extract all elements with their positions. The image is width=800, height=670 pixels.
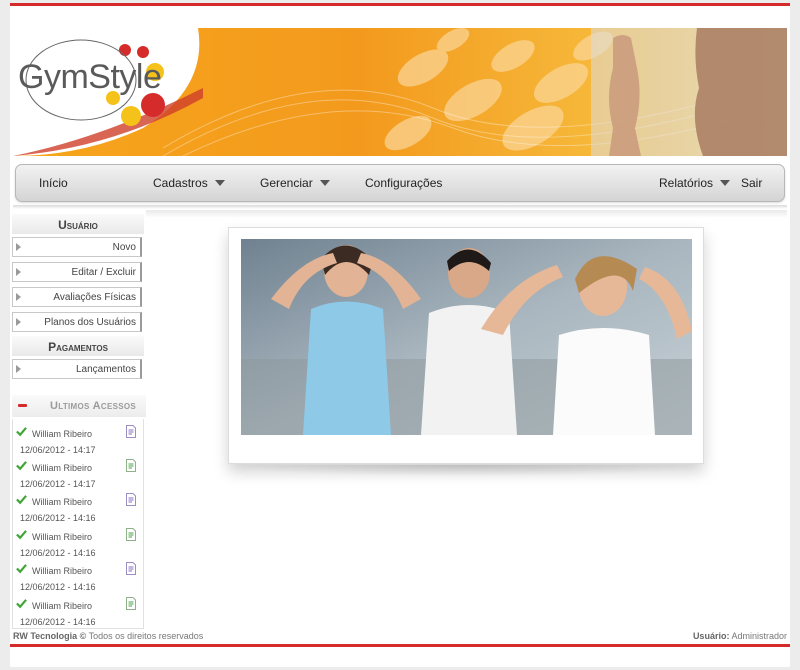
logo-dot [119, 44, 131, 56]
check-icon [16, 495, 27, 505]
nav-gerenciar[interactable]: Gerenciar [260, 176, 330, 190]
sidebar-item-planos-dos-usuarios[interactable]: Planos dos Usuários [12, 312, 142, 332]
list-item: William Ribeiro 12/06/2012 - 14:16 [13, 562, 145, 596]
nav-relatorios-label: Relatórios [659, 176, 714, 190]
access-time: 12/06/2012 - 14:16 [20, 513, 96, 523]
hero-image-shadow [228, 465, 704, 477]
sidebar-item-label: Avaliações Físicas [53, 292, 136, 303]
bottom-accent-line [10, 644, 790, 647]
sidebar-item-lancamentos[interactable]: Lançamentos [12, 359, 142, 379]
list-item: William Ribeiro 12/06/2012 - 14:16 [13, 493, 145, 527]
sidebar-header-pagamentos: Pagamentos [12, 336, 144, 356]
arrow-right-icon [16, 318, 21, 326]
arrow-right-icon [16, 243, 21, 251]
check-icon [16, 599, 27, 609]
document-icon[interactable] [126, 493, 136, 506]
nav-gerenciar-label: Gerenciar [260, 176, 313, 190]
collapse-icon[interactable] [18, 404, 27, 407]
nav-cadastros[interactable]: Cadastros [153, 176, 225, 190]
sidebar-item-label: Novo [112, 242, 136, 253]
access-user: William Ribeiro [32, 532, 93, 542]
chevron-down-icon [319, 180, 330, 186]
nav-sair[interactable]: Sair [741, 176, 762, 190]
access-time: 12/06/2012 - 14:17 [20, 445, 96, 455]
list-item: William Ribeiro 12/06/2012 - 14:17 [13, 425, 145, 459]
list-item: William Ribeiro 12/06/2012 - 14:16 [13, 528, 145, 562]
footer-user: Usuário: Administrador [693, 631, 787, 641]
check-icon [16, 461, 27, 471]
footer-user-value: Administrador [731, 631, 787, 641]
nav-shadow [13, 205, 787, 209]
nav-home[interactable]: Início [39, 176, 68, 190]
list-item: William Ribeiro 12/06/2012 - 14:17 [13, 459, 145, 493]
footer-user-label: Usuário: [692, 631, 730, 641]
access-time: 12/06/2012 - 14:17 [20, 479, 96, 489]
footer-company: RW Tecnologia © [13, 631, 87, 641]
recent-access-list: William Ribeiro 12/06/2012 - 14:17 Willi… [12, 419, 144, 629]
sidebar-item-label: Editar / Excluir [71, 267, 136, 278]
fitness-photo-graphic [241, 239, 692, 435]
access-time: 12/06/2012 - 14:16 [20, 617, 96, 627]
access-time: 12/06/2012 - 14:16 [20, 582, 96, 592]
sidebar-item-label: Lançamentos [75, 364, 136, 375]
nav-configuracoes[interactable]: Configurações [365, 176, 442, 190]
arrow-right-icon [16, 268, 21, 276]
document-icon[interactable] [126, 597, 136, 610]
document-icon[interactable] [126, 425, 136, 438]
logo: GymStyle [18, 58, 162, 96]
sidebar-item-novo[interactable]: Novo [12, 237, 142, 257]
chevron-down-icon [214, 180, 225, 186]
recent-access-header[interactable]: Ultimos Acessos [12, 395, 146, 417]
check-icon [16, 564, 27, 574]
sidebar-header-usuario: Usuário [12, 214, 144, 234]
document-icon[interactable] [126, 459, 136, 472]
access-user: William Ribeiro [32, 497, 93, 507]
main-nav: Início Cadastros Gerenciar Configurações… [15, 164, 785, 202]
document-icon[interactable] [126, 528, 136, 541]
sidebar-item-editar-excluir[interactable]: Editar / Excluir [12, 262, 142, 282]
access-user: William Ribeiro [32, 463, 93, 473]
access-user: William Ribeiro [32, 601, 93, 611]
footer-rights: Todos os direitos reservados [88, 631, 204, 641]
document-icon[interactable] [126, 562, 136, 575]
recent-access-title: Ultimos Acessos [50, 400, 137, 412]
access-time: 12/06/2012 - 14:16 [20, 548, 96, 558]
check-icon [16, 427, 27, 437]
nav-cadastros-label: Cadastros [153, 176, 208, 190]
access-user: William Ribeiro [32, 429, 93, 439]
chevron-down-icon [720, 180, 731, 186]
hero-image-card [228, 227, 704, 464]
top-accent-line [10, 3, 790, 6]
header-banner: GymStyle [13, 28, 787, 156]
arrow-right-icon [16, 365, 21, 373]
sidebar-item-label: Planos dos Usuários [44, 317, 136, 328]
list-item: William Ribeiro 12/06/2012 - 14:16 [13, 597, 145, 631]
check-icon [16, 530, 27, 540]
sidebar-item-avaliacoes-fisicas[interactable]: Avaliações Físicas [12, 287, 142, 307]
page: GymStyle Início Cadastros Gerenciar Conf… [10, 3, 790, 667]
nav-relatorios[interactable]: Relatórios [659, 176, 731, 190]
fitness-class-photo [241, 239, 692, 435]
access-user: William Ribeiro [32, 566, 93, 576]
content-top-bar [146, 210, 787, 218]
athlete-man-shape [694, 28, 787, 156]
footer-copyright: RW Tecnologia © Todos os direitos reserv… [13, 631, 203, 641]
arrow-right-icon [16, 293, 21, 301]
